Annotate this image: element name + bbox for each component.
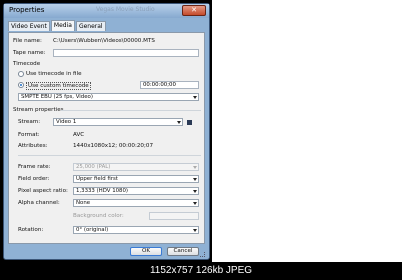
rotation-value: 0° (original) [76,227,109,233]
title-bar[interactable]: Properties Vegas Movie Studio ✕ [4,4,209,18]
custom-timecode-radio[interactable] [18,82,24,88]
format-label: Format: [18,132,40,138]
stream-properties-divider [61,110,201,111]
file-name-value: C:\Users\Wubben\Videos\00000.MTS [53,38,155,44]
stream-select[interactable]: Video 1 [53,118,183,126]
timecode-format-value: SMPTE EBU (25 fps, Video) [21,94,93,100]
chevron-down-icon [193,166,197,169]
alpha-channel-select[interactable]: None [73,199,199,207]
field-order-label: Field order: [18,176,50,182]
pixel-aspect-select[interactable]: 1,3333 (HDV 1080) [73,187,199,195]
tab-video-event[interactable]: Video Event [8,21,50,31]
tab-media[interactable]: Media [50,20,75,31]
timecode-group-label: Timecode [13,61,41,67]
attributes-value: 1440x1080x12; 00:00:20;07 [73,143,153,149]
tape-name-field[interactable] [53,49,199,57]
stream-label: Stream: [18,119,41,125]
background-color-swatch[interactable] [149,212,199,220]
image-info-text: 1152x757 126kb JPEG [149,265,253,276]
rotation-label: Rotation: [18,227,44,233]
chevron-down-icon [177,121,181,124]
resize-grip-icon[interactable] [200,252,205,257]
alpha-channel-label: Alpha channel: [18,200,60,206]
dialog-title: Properties [9,6,45,14]
attributes-label: Attributes: [18,143,48,149]
stream-value: Video 1 [56,119,77,125]
frame-rate-label: Frame rate: [18,164,51,170]
custom-timecode-input[interactable]: 00:00:00;00 [140,81,199,89]
image-info-bar: 1152x757 126kb JPEG [0,262,402,280]
ok-button[interactable]: OK [130,247,162,256]
alpha-channel-value: None [76,200,91,206]
tab-general[interactable]: General [75,21,106,31]
timecode-format-select[interactable]: SMPTE EBU (25 fps, Video) [18,93,199,101]
format-value: AVC [73,132,85,138]
pixel-aspect-value: 1,3333 (HDV 1080) [76,188,129,194]
cancel-button[interactable]: Cancel [167,247,199,256]
chevron-down-icon [193,229,197,232]
tab-strip: Video Event Media General [8,20,107,32]
timecode-in-file-label: Use timecode in file [26,71,82,77]
custom-timecode-label: Use custom timecode [26,82,91,90]
frame-rate-value: 25,000 (PAL) [76,164,111,170]
file-name-label: File name: [13,38,42,44]
media-panel: File name: C:\Users\Wubben\Videos\00000.… [8,32,205,244]
chevron-down-icon [193,178,197,181]
field-order-select[interactable]: Upper field first [73,175,199,183]
background-color-label: Background color: [73,213,124,219]
chevron-down-icon [193,190,197,193]
field-order-value: Upper field first [76,176,118,182]
timecode-in-file-radio[interactable] [18,71,24,77]
stream-properties-label: Stream properties [13,107,64,113]
close-button[interactable]: ✕ [182,5,206,16]
viewer-canvas [212,0,402,262]
pixel-aspect-label: Pixel aspect ratio: [18,188,68,194]
tape-name-label: Tape name: [13,50,46,56]
chevron-down-icon [193,96,197,99]
frame-rate-select[interactable]: 25,000 (PAL) [73,163,199,171]
rotation-select[interactable]: 0° (original) [73,226,199,234]
chevron-down-icon [193,202,197,205]
attributes-divider [18,155,201,156]
save-icon[interactable] [187,120,192,125]
properties-dialog: Properties Vegas Movie Studio ✕ Video Ev… [3,3,210,260]
background-window-title: Vegas Movie Studio [96,6,155,13]
